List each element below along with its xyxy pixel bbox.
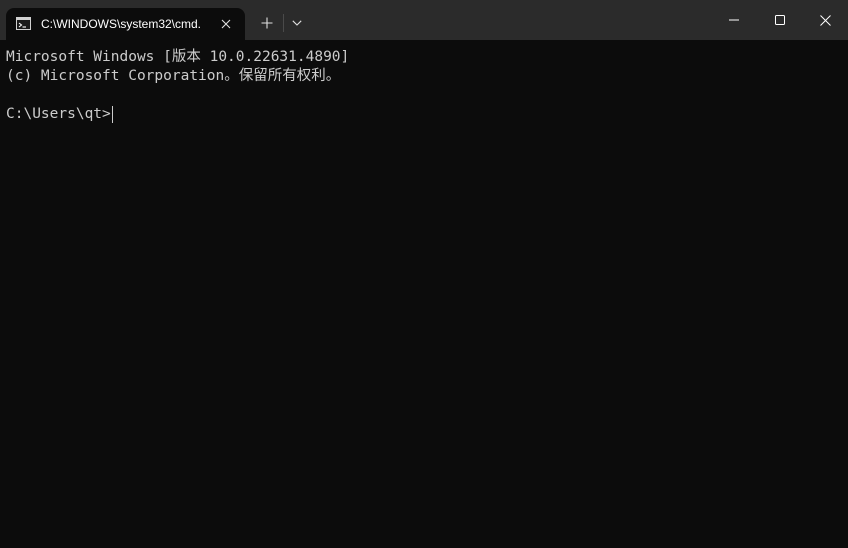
tab-dropdown-button[interactable] — [286, 11, 308, 35]
cmd-icon — [16, 17, 31, 30]
command-prompt: C:\Users\qt> — [6, 106, 111, 122]
tab-title: C:\WINDOWS\system32\cmd. — [41, 17, 202, 31]
terminal-output[interactable]: Microsoft Windows [版本 10.0.22631.4890] (… — [0, 40, 848, 548]
close-icon — [221, 19, 231, 29]
text-cursor — [111, 106, 113, 123]
tab-divider — [283, 14, 284, 32]
minimize-button[interactable] — [711, 0, 757, 40]
title-bar[interactable]: C:\WINDOWS\system32\cmd. — [0, 0, 848, 40]
chevron-down-icon — [292, 20, 302, 26]
new-tab-button[interactable] — [255, 11, 279, 35]
tab-close-button[interactable] — [216, 14, 236, 34]
output-line: Microsoft Windows [版本 10.0.22631.4890] — [6, 49, 350, 65]
tab-cmd[interactable]: C:\WINDOWS\system32\cmd. — [6, 8, 245, 40]
terminal-window: C:\WINDOWS\system32\cmd. Microsoft Windo… — [0, 0, 848, 548]
close-window-button[interactable] — [802, 0, 848, 40]
maximize-button[interactable] — [757, 0, 803, 40]
maximize-icon — [775, 15, 785, 25]
close-icon — [819, 14, 831, 26]
command-prompt-line[interactable]: C:\Users\qt> — [6, 105, 848, 124]
minimize-icon — [729, 19, 739, 21]
output-line: (c) Microsoft Corporation。保留所有权利。 — [6, 68, 341, 84]
plus-icon — [261, 17, 273, 29]
